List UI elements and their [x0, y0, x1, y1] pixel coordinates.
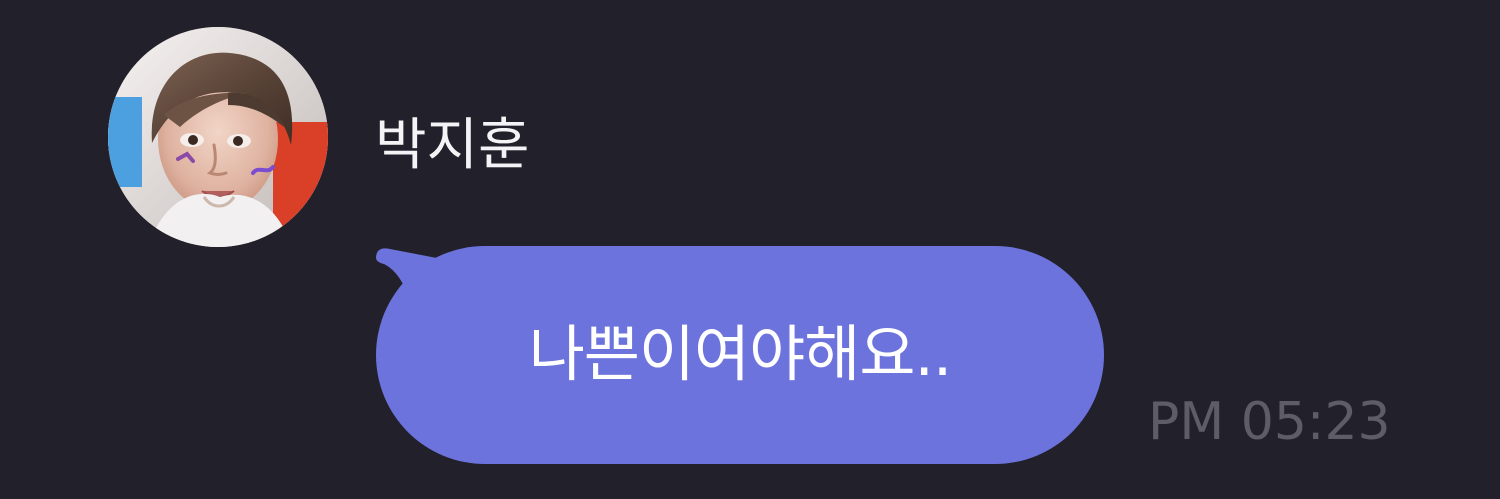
sender-name: 박지훈 — [375, 113, 530, 178]
message-bubble-body: 나쁜이여야해요.. — [376, 246, 1104, 464]
avatar[interactable] — [108, 27, 328, 247]
message-timestamp: PM 05:23 — [1148, 392, 1391, 452]
message-bubble[interactable]: 나쁜이여야해요.. — [376, 246, 1108, 466]
message-text: 나쁜이여야해요.. — [528, 319, 953, 390]
